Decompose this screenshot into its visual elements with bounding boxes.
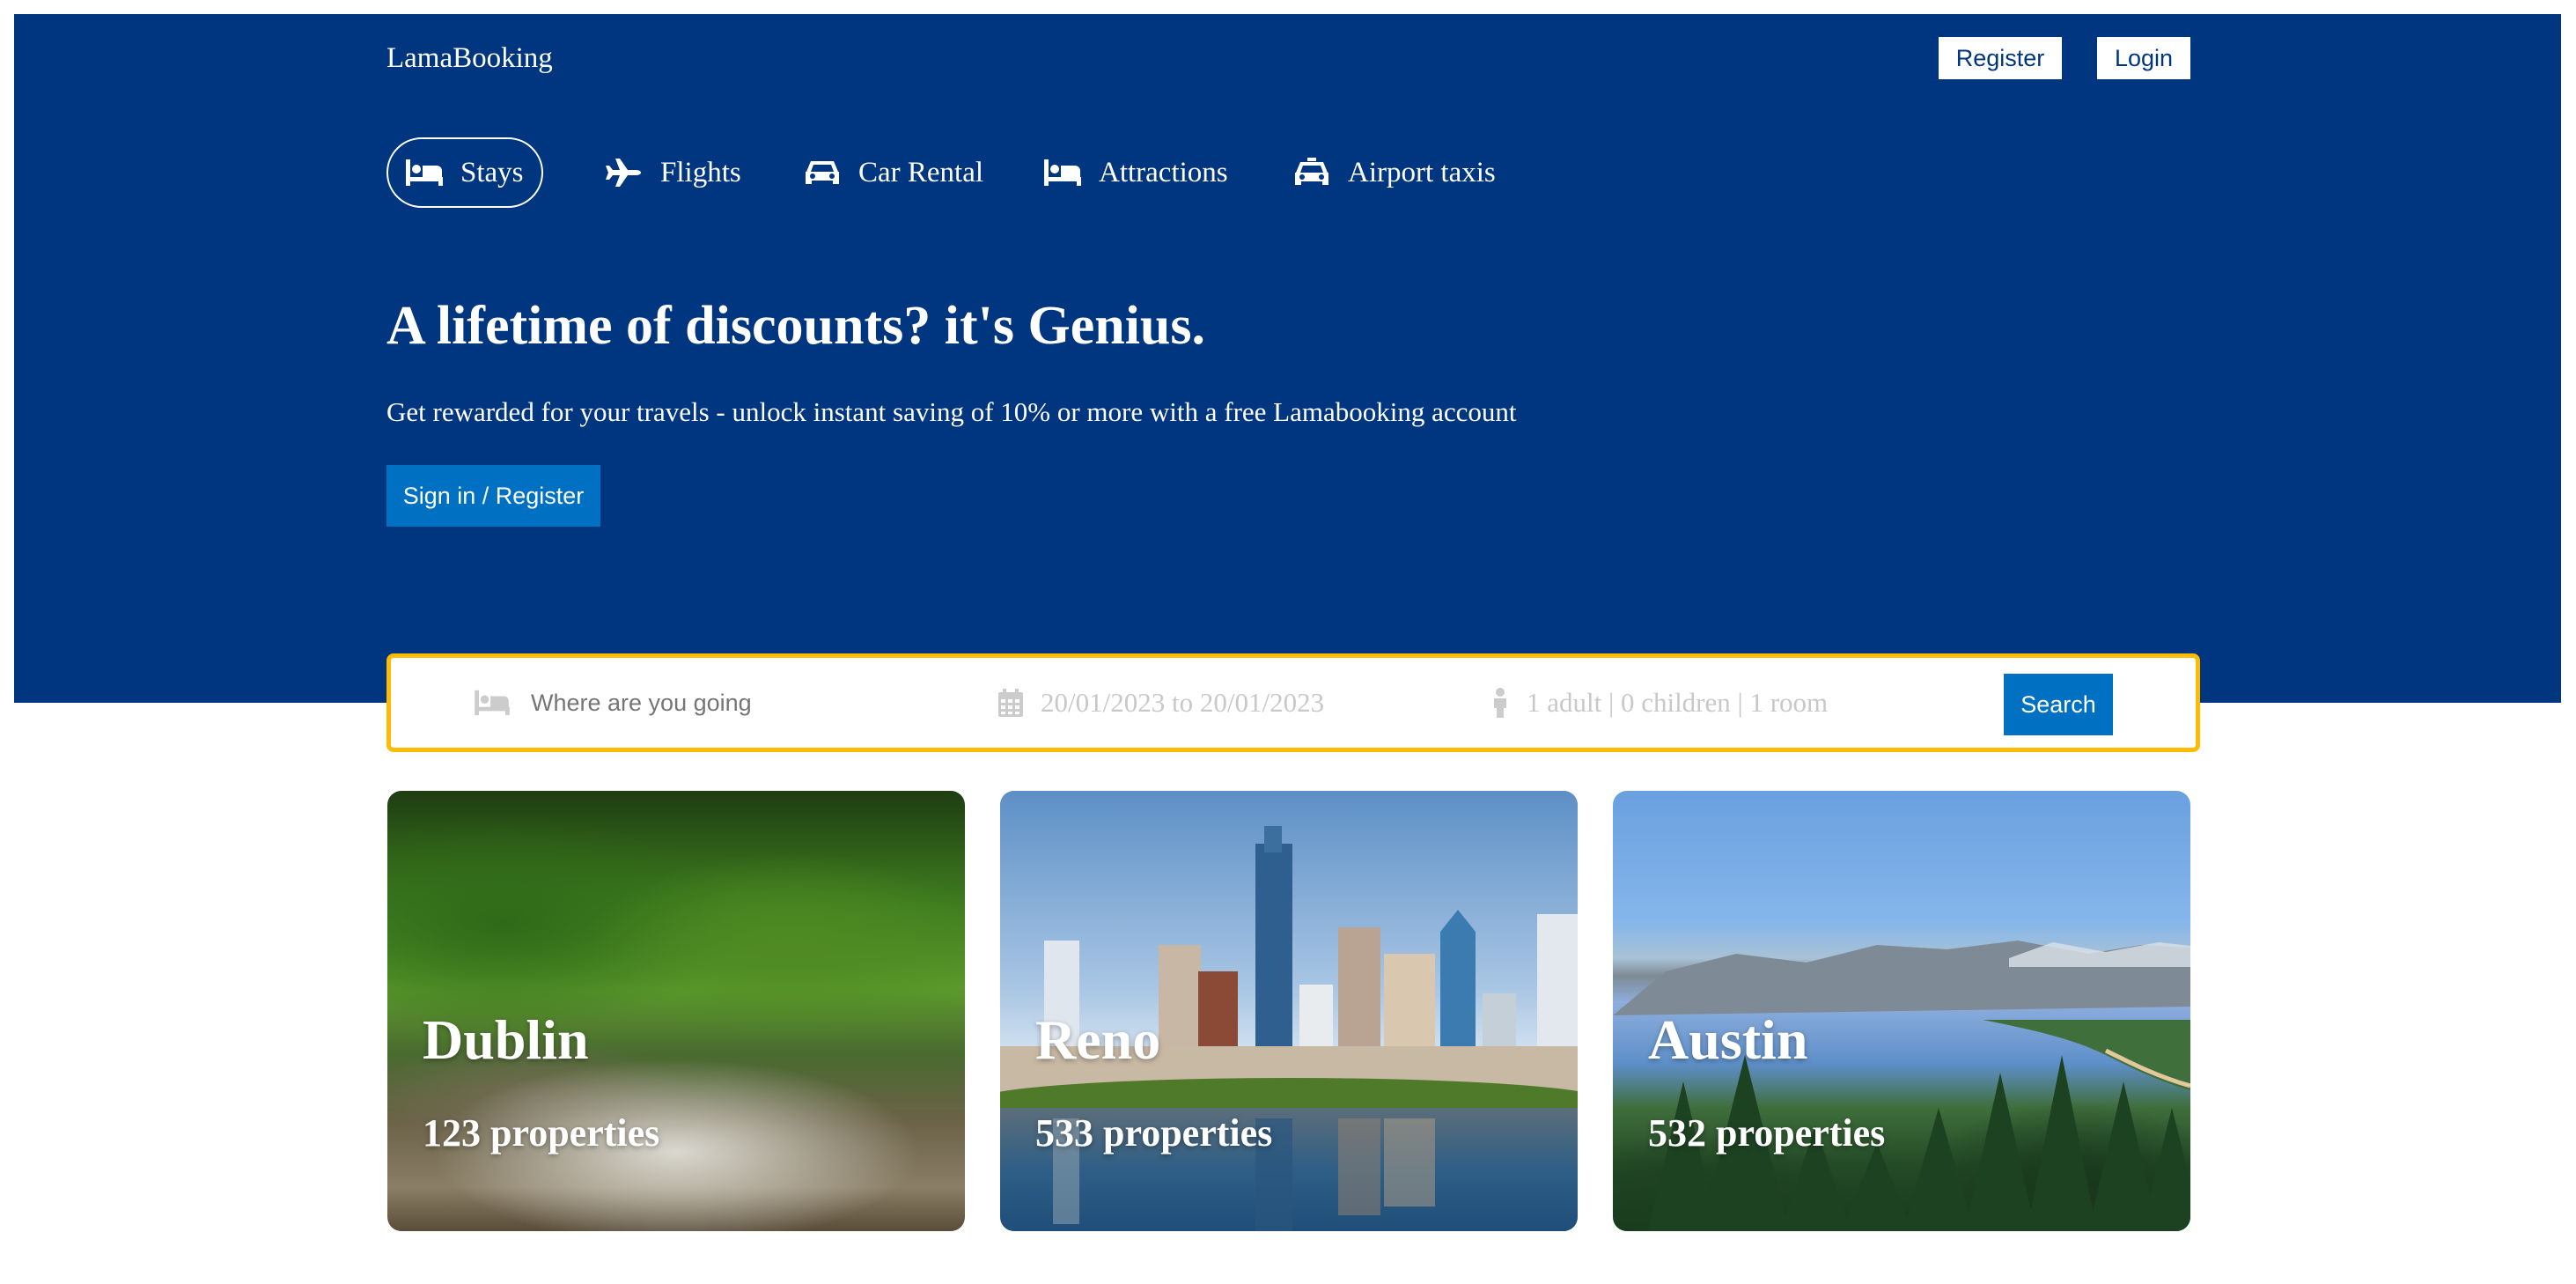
bed-icon [475, 690, 510, 716]
logo[interactable]: LamaBooking [386, 41, 553, 76]
guests-text: 1 adult | 0 children | 1 room [1527, 687, 1829, 718]
card-city-name: Reno [1035, 1008, 1161, 1071]
card-property-count: 123 properties [423, 1111, 660, 1155]
person-icon [1494, 688, 1506, 718]
destination-field[interactable] [475, 658, 946, 748]
nav-item-airport-taxis[interactable]: Airport taxis [1293, 137, 1496, 208]
card-property-count: 533 properties [1035, 1111, 1273, 1155]
nav-item-car-rental[interactable]: Car Rental [804, 137, 983, 208]
featured-card-dublin[interactable]: Dublin 123 properties [387, 791, 965, 1231]
nav-label: Attractions [1099, 156, 1228, 188]
date-range-text: 20/01/2023 to 20/01/2023 [1041, 687, 1325, 718]
destination-input[interactable] [529, 680, 946, 726]
sign-in-register-button[interactable]: Sign in / Register [386, 465, 600, 527]
search-button[interactable]: Search [2004, 674, 2113, 735]
guests-field[interactable]: 1 adult | 0 children | 1 room [1491, 658, 1828, 748]
nav-item-stays[interactable]: Stays [386, 137, 543, 208]
car-icon [806, 161, 839, 184]
nav-item-attractions[interactable]: Attractions [1044, 137, 1228, 208]
nav-label: Flights [660, 156, 741, 188]
nav-label: Airport taxis [1348, 156, 1496, 188]
hero-subtitle: Get rewarded for your travels - unlock i… [386, 396, 1517, 427]
card-city-name: Austin [1648, 1008, 1808, 1071]
featured-card-austin[interactable]: Austin 532 properties [1613, 791, 2190, 1231]
login-button[interactable]: Login [2097, 37, 2190, 79]
calendar-icon [998, 689, 1023, 717]
date-range-field[interactable]: 20/01/2023 to 20/01/2023 [998, 658, 1324, 748]
nav-label: Car Rental [858, 156, 984, 188]
plane-icon [606, 159, 641, 187]
hero-title: A lifetime of discounts? it's Genius. [386, 296, 1206, 356]
taxi-icon [1295, 158, 1328, 185]
card-city-name: Dublin [423, 1008, 589, 1071]
card-property-count: 532 properties [1648, 1111, 1886, 1155]
bed-icon [1044, 159, 1081, 186]
register-button[interactable]: Register [1939, 37, 2062, 79]
search-bar: 20/01/2023 to 20/01/2023 1 adult | 0 chi… [386, 653, 2200, 752]
nav-label: Stays [460, 156, 524, 188]
nav-item-flights[interactable]: Flights [606, 137, 741, 208]
bed-icon [406, 159, 443, 186]
featured-card-reno[interactable]: Reno 533 properties [1000, 791, 1578, 1231]
